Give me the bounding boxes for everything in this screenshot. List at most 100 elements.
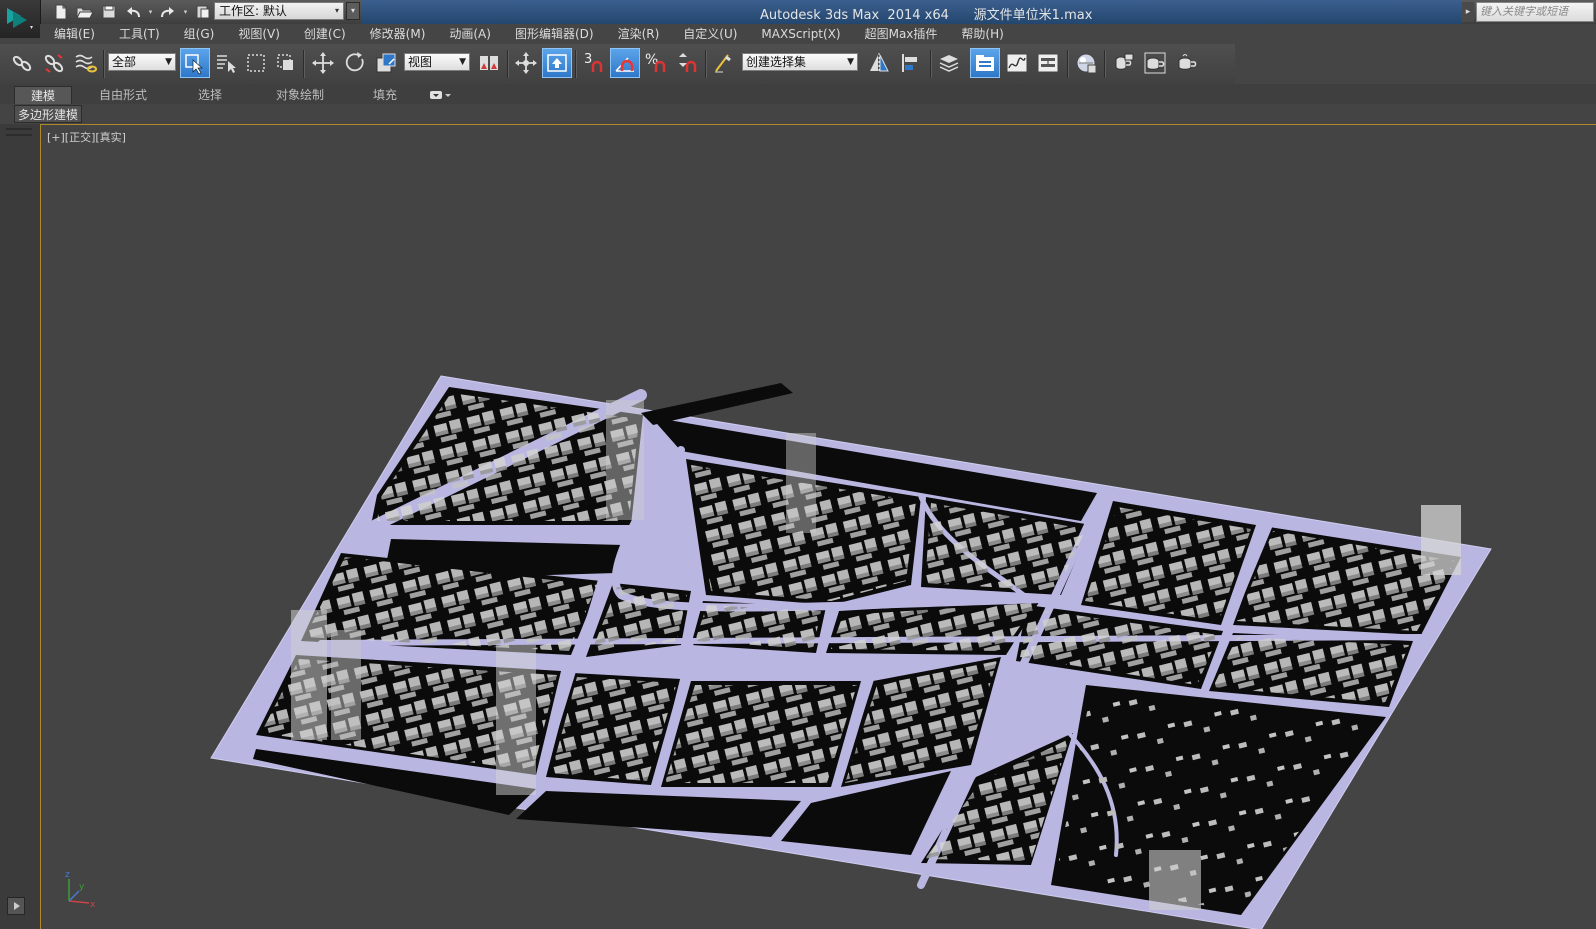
tab-modeling[interactable]: 建模: [14, 86, 72, 104]
quick-access-toolbar: ▾ ▾: [44, 1, 214, 23]
menu-rendering[interactable]: 渲染(R): [604, 24, 670, 44]
rendered-frame-window-icon[interactable]: [1140, 48, 1170, 78]
axis-z-label: z: [65, 870, 70, 880]
menu-edit[interactable]: 编辑(E): [40, 24, 105, 44]
search-input[interactable]: 键入关键字或短语: [1476, 2, 1594, 22]
axis-x-label: x: [90, 900, 96, 909]
material-editor-icon[interactable]: [1071, 48, 1101, 78]
angle-snap-button[interactable]: [610, 48, 640, 78]
app-menu-button[interactable]: [0, 0, 41, 38]
window-crossing-icon[interactable]: [271, 48, 301, 78]
use-center-button[interactable]: [542, 48, 572, 78]
save-file-icon[interactable]: [98, 2, 120, 22]
menu-maxscript[interactable]: MAXScript(X): [747, 24, 850, 44]
main-toolbar: 全部 ▼ 视图 ▼ 3 % 创建选择集 ▼: [0, 44, 1235, 85]
select-manipulate-icon[interactable]: [511, 48, 541, 78]
reference-coordinate-value: 视图: [408, 55, 433, 69]
tab-selection[interactable]: 选择: [185, 86, 235, 104]
tab-freeform[interactable]: 自由形式: [88, 86, 158, 104]
unlink-icon[interactable]: [39, 48, 69, 78]
redo-icon[interactable]: [157, 2, 179, 22]
reference-coordinate-dropdown[interactable]: 视图 ▼: [404, 53, 470, 71]
bind-space-warp-icon[interactable]: [71, 48, 101, 78]
layer-manager-icon[interactable]: [934, 48, 964, 78]
menu-help[interactable]: 帮助(H): [947, 24, 1013, 44]
tower: [331, 630, 361, 740]
axis-tripod-icon: z y x: [65, 870, 96, 909]
toolbar-separator: [507, 50, 509, 78]
move-icon[interactable]: [308, 48, 338, 78]
undo-icon[interactable]: [122, 2, 144, 22]
curve-editor-icon[interactable]: [1002, 48, 1032, 78]
expand-panel-arrow-icon[interactable]: [7, 897, 25, 915]
rectangular-selection-icon[interactable]: [241, 48, 271, 78]
toolbar-separator: [1067, 50, 1069, 78]
toolbar-separator: [303, 50, 305, 78]
align-icon[interactable]: [896, 48, 926, 78]
selection-filter-dropdown[interactable]: 全部 ▼: [108, 53, 176, 71]
selection-filter-value: 全部: [112, 55, 137, 69]
open-file-icon[interactable]: [74, 2, 96, 22]
tower: [1149, 850, 1201, 910]
menu-customize[interactable]: 自定义(U): [669, 24, 747, 44]
polygon-modeling-panel-label[interactable]: 多边形建模: [14, 105, 83, 123]
title-bar: ▾ ▾ 工作区: 默认 ▾ ▾ Autodesk 3ds Max 2014 x6…: [0, 0, 1596, 24]
tower: [291, 610, 327, 740]
workspace-dropdown[interactable]: 工作区: 默认 ▾: [214, 2, 344, 20]
chevron-down-icon: ▼: [165, 57, 172, 67]
link-icon[interactable]: [7, 48, 37, 78]
title-band: Autodesk 3ds Max 2014 x64 源文件单位米1.max: [362, 0, 1462, 24]
tab-populate[interactable]: 填充: [363, 86, 407, 104]
rotate-icon[interactable]: [340, 48, 370, 78]
city-model-scene: [210, 375, 1492, 929]
menu-bar: 编辑(E) 工具(T) 组(G) 视图(V) 创建(C) 修改器(M) 动画(A…: [40, 24, 1596, 44]
chevron-down-icon: ▾: [334, 6, 339, 15]
menu-create[interactable]: 创建(C): [290, 24, 356, 44]
new-file-icon[interactable]: [50, 2, 72, 22]
menu-modifiers[interactable]: 修改器(M): [356, 24, 436, 44]
undo-dropdown-icon[interactable]: ▾: [146, 2, 155, 22]
project-folder-icon[interactable]: [192, 2, 214, 22]
infocenter-expand-icon[interactable]: ▸: [1462, 2, 1474, 22]
strip-divider: [6, 128, 32, 130]
snap-label: 3: [584, 52, 592, 67]
render-setup-icon[interactable]: [1108, 48, 1138, 78]
toolbar-separator: [575, 50, 577, 78]
left-command-strip: [0, 124, 41, 929]
menu-views[interactable]: 视图(V): [224, 24, 290, 44]
render-production-icon[interactable]: [1172, 48, 1202, 78]
menu-group[interactable]: 组(G): [170, 24, 225, 44]
toolbar-empty-area: [1235, 44, 1596, 84]
scene-explorer-button[interactable]: [970, 48, 1000, 78]
mirror-icon[interactable]: [864, 48, 894, 78]
3dsmax-logo-icon: [7, 8, 33, 29]
qat-customize-icon[interactable]: ▾: [346, 2, 360, 20]
tab-object-paint[interactable]: 对象绘制: [262, 86, 338, 104]
ribbon-tabs: 建模 自由形式 选择 对象绘制 填充: [0, 84, 1596, 104]
menu-plugin[interactable]: 超图Max插件: [851, 24, 948, 44]
select-object-button[interactable]: [180, 48, 210, 78]
toolbar-separator: [103, 50, 105, 78]
named-selection-dropdown[interactable]: 创建选择集 ▼: [742, 53, 858, 71]
buildings-s-2: [665, 685, 857, 783]
ribbon-options-icon[interactable]: [424, 86, 456, 104]
toolbar-separator: [930, 50, 932, 78]
window-title: Autodesk 3ds Max 2014 x64 源文件单位米1.max: [760, 8, 1093, 23]
menu-graph-editors[interactable]: 图形编辑器(D): [501, 24, 604, 44]
edit-named-selection-icon[interactable]: [709, 48, 739, 78]
pivot-center-icon[interactable]: [474, 48, 504, 78]
scale-icon[interactable]: [371, 48, 401, 78]
percent-snap-icon[interactable]: %: [641, 48, 671, 78]
schematic-view-icon[interactable]: [1033, 48, 1063, 78]
spinner-snap-icon[interactable]: [672, 48, 702, 78]
tower: [1421, 505, 1461, 575]
workspace-value: 工作区: 默认: [219, 4, 287, 18]
toolbar-separator: [1104, 50, 1106, 78]
tower: [786, 433, 816, 533]
menu-tools[interactable]: 工具(T): [105, 24, 170, 44]
menu-animation[interactable]: 动画(A): [435, 24, 501, 44]
redo-dropdown-icon[interactable]: ▾: [181, 2, 190, 22]
select-by-name-icon[interactable]: [211, 48, 241, 78]
snap-toggle-icon[interactable]: 3: [579, 48, 609, 78]
perspective-viewport[interactable]: [+][正交][真实] z y x: [40, 124, 1596, 929]
